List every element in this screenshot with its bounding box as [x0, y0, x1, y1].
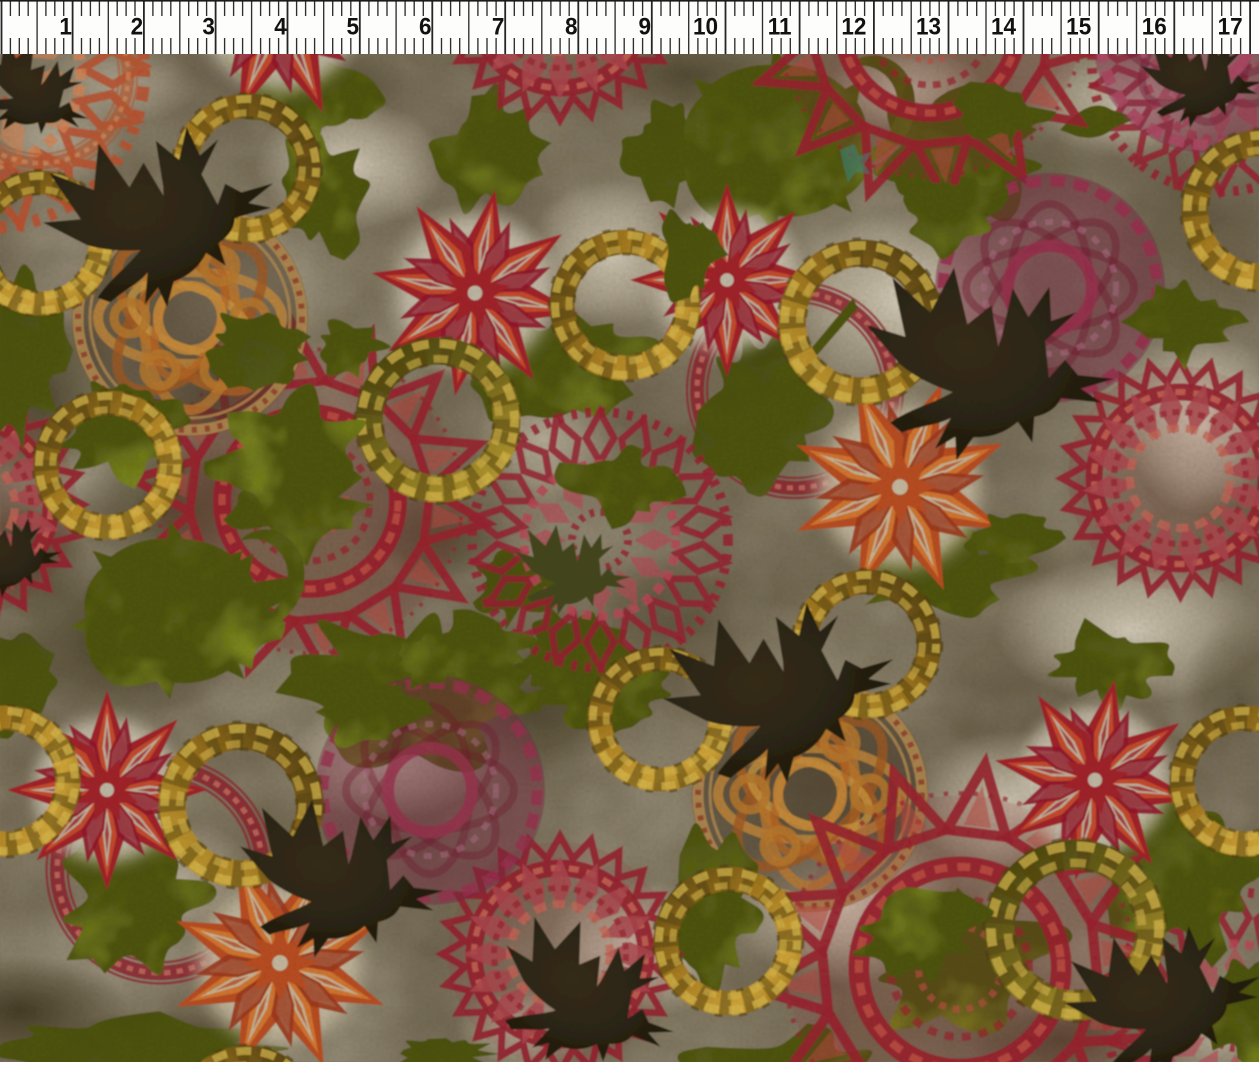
svg-text:10: 10 — [693, 13, 718, 40]
svg-text:7: 7 — [492, 13, 505, 40]
svg-text:14: 14 — [991, 13, 1016, 40]
svg-text:12: 12 — [841, 13, 866, 40]
svg-text:1: 1 — [59, 13, 72, 40]
svg-text:11: 11 — [768, 13, 792, 40]
svg-text:17: 17 — [1218, 13, 1243, 40]
svg-text:15: 15 — [1066, 13, 1091, 40]
svg-text:8: 8 — [565, 13, 578, 40]
svg-text:3: 3 — [202, 13, 215, 40]
svg-text:5: 5 — [347, 13, 360, 40]
svg-text:6: 6 — [419, 13, 432, 40]
svg-text:9: 9 — [639, 13, 652, 40]
svg-text:4: 4 — [274, 13, 287, 40]
svg-text:13: 13 — [916, 13, 941, 40]
svg-text:2: 2 — [131, 13, 144, 40]
svg-text:16: 16 — [1142, 13, 1167, 40]
